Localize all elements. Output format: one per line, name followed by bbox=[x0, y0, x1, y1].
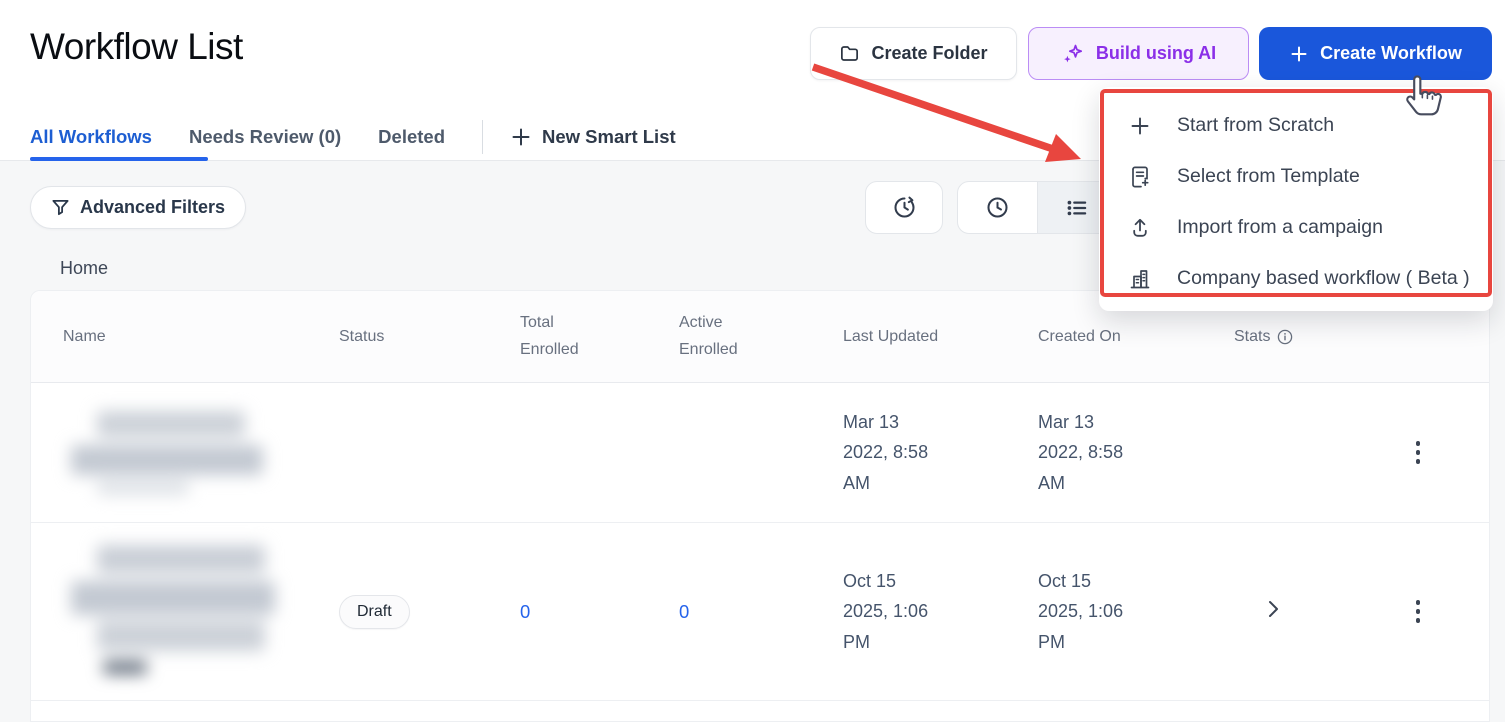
active-enrolled-cell: 0 bbox=[661, 601, 821, 623]
actions-cell bbox=[1331, 594, 1489, 629]
total-enrolled-link[interactable]: 0 bbox=[520, 601, 530, 622]
create-folder-label: Create Folder bbox=[871, 43, 988, 63]
view-toggle bbox=[957, 181, 1117, 234]
page-title: Workflow List bbox=[30, 26, 243, 67]
create-workflow-menu: Start from Scratch Select from Template bbox=[1099, 87, 1493, 311]
tab-deleted[interactable]: Deleted bbox=[378, 126, 445, 148]
new-smart-list-button[interactable]: New Smart List bbox=[510, 126, 676, 148]
created-on-cell: Oct 15 2025, 1:06 PM bbox=[1038, 571, 1124, 652]
status-badge: Draft bbox=[339, 594, 410, 629]
tab-all-workflows[interactable]: All Workflows bbox=[30, 126, 152, 148]
sparkles-icon bbox=[1061, 42, 1085, 66]
upload-icon bbox=[1128, 216, 1152, 240]
menu-item-select-from-template[interactable]: Select from Template bbox=[1099, 151, 1493, 202]
created-on-cell: Mar 13 2022, 8:58 AM bbox=[1038, 412, 1124, 493]
status-cell: Draft bbox=[321, 594, 501, 629]
template-icon bbox=[1128, 165, 1152, 189]
plus-icon bbox=[1128, 114, 1152, 138]
column-header-stats[interactable]: Stats bbox=[1211, 328, 1331, 346]
create-workflow-button[interactable]: Create Workflow bbox=[1259, 27, 1492, 80]
history-icon bbox=[891, 194, 918, 221]
column-header-name[interactable]: Name bbox=[31, 328, 321, 346]
funnel-icon bbox=[51, 198, 70, 217]
workflow-list-page: Workflow List Create Folder Build using … bbox=[0, 0, 1505, 722]
row-menu-icon[interactable] bbox=[1407, 435, 1429, 470]
build-using-ai-button[interactable]: Build using AI bbox=[1028, 27, 1249, 80]
schedule-view-button[interactable] bbox=[958, 182, 1037, 233]
new-smart-list-label: New Smart List bbox=[542, 125, 676, 147]
row-menu-icon[interactable] bbox=[1407, 594, 1429, 629]
workflow-table: Name Status Total Enrolled Active Enroll… bbox=[30, 290, 1490, 722]
plus-icon bbox=[510, 126, 532, 148]
plus-icon bbox=[1289, 44, 1309, 64]
folder-icon bbox=[839, 43, 860, 64]
redacted-name-blur bbox=[63, 405, 293, 501]
build-using-ai-label: Build using AI bbox=[1095, 43, 1217, 63]
tab-needs-review[interactable]: Needs Review (0) bbox=[189, 126, 341, 148]
table-row[interactable]: Mar 13 2022, 8:58 AM Mar 13 2022, 8:58 A… bbox=[31, 383, 1489, 523]
total-enrolled-cell: 0 bbox=[501, 601, 661, 623]
chevron-right-icon[interactable] bbox=[1268, 600, 1279, 618]
clock-icon bbox=[984, 194, 1011, 221]
menu-item-import-from-campaign[interactable]: Import from a campaign bbox=[1099, 202, 1493, 253]
tab-divider bbox=[482, 119, 483, 154]
active-enrolled-link[interactable]: 0 bbox=[679, 601, 689, 622]
actions-cell bbox=[1331, 435, 1489, 470]
redacted-name-blur bbox=[63, 544, 303, 679]
column-header-active-enrolled[interactable]: Active Enrolled bbox=[661, 310, 821, 363]
create-folder-button[interactable]: Create Folder bbox=[810, 27, 1017, 80]
breadcrumb-home[interactable]: Home bbox=[60, 258, 108, 279]
workflow-name-redacted bbox=[31, 405, 321, 501]
create-workflow-label: Create Workflow bbox=[1320, 43, 1462, 63]
list-view-icon bbox=[1064, 195, 1090, 221]
column-header-last-updated[interactable]: Last Updated bbox=[821, 328, 1016, 346]
history-view-button[interactable] bbox=[865, 181, 943, 234]
workflow-name-redacted bbox=[31, 544, 321, 679]
column-header-status[interactable]: Status bbox=[321, 328, 501, 346]
table-row[interactable]: Draft 0 0 Oct 15 2025, 1:06 PM Oct 15 20… bbox=[31, 523, 1489, 701]
menu-item-company-based-workflow[interactable]: Company based workflow ( Beta ) bbox=[1099, 253, 1493, 304]
stats-cell bbox=[1211, 600, 1331, 623]
column-header-total-enrolled[interactable]: Total Enrolled bbox=[501, 310, 661, 363]
last-updated-cell: Oct 15 2025, 1:06 PM bbox=[843, 571, 929, 652]
column-header-created-on[interactable]: Created On bbox=[1016, 328, 1211, 346]
info-icon[interactable] bbox=[1277, 329, 1293, 345]
last-updated-cell: Mar 13 2022, 8:58 AM bbox=[843, 412, 929, 493]
advanced-filters-label: Advanced Filters bbox=[80, 197, 226, 217]
menu-item-start-from-scratch[interactable]: Start from Scratch bbox=[1099, 100, 1493, 151]
advanced-filters-button[interactable]: Advanced Filters bbox=[30, 186, 247, 229]
company-icon bbox=[1128, 267, 1152, 291]
stats-label: Stats bbox=[1234, 327, 1271, 345]
active-tab-underline bbox=[30, 157, 208, 161]
tab-bar: All Workflows Needs Review (0) Deleted N… bbox=[30, 112, 676, 161]
